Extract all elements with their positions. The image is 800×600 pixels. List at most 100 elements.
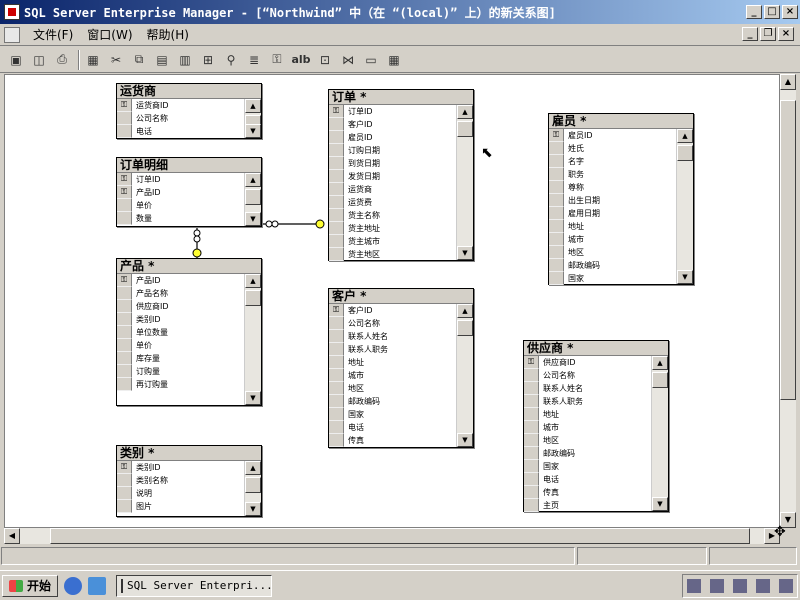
new-table-icon[interactable]: ▦ [83, 50, 103, 70]
column-row[interactable]: 公司名称 [524, 369, 651, 382]
row-selector[interactable] [117, 474, 132, 487]
column-row[interactable]: 单价 [117, 199, 244, 212]
column-row[interactable]: 国家 [329, 408, 456, 421]
row-selector[interactable] [329, 209, 344, 222]
column-row[interactable]: ⚿ 客户ID [329, 304, 456, 317]
column-row[interactable]: ⚿ 类别ID [117, 461, 244, 474]
scroll-down-button[interactable]: ▼ [245, 502, 261, 516]
row-selector[interactable] [524, 395, 539, 408]
table-shippers[interactable]: 运货商 ⚿ 运货商ID 公司名称 电话 ▲ ▼ [116, 83, 262, 139]
column-row[interactable]: 姓氏 [549, 142, 676, 155]
row-selector[interactable] [524, 486, 539, 499]
print-icon[interactable]: ⎙ [52, 50, 72, 70]
network-icon[interactable] [710, 578, 725, 593]
column-row[interactable]: ⚿ 产品ID [117, 274, 244, 287]
column-row[interactable]: ⚿ 产品ID [117, 186, 244, 199]
scroll-thumb[interactable] [245, 290, 261, 306]
column-row[interactable]: 国家 [524, 460, 651, 473]
row-selector[interactable] [329, 170, 344, 183]
column-row[interactable]: 货主名称 [329, 209, 456, 222]
row-selector[interactable] [329, 196, 344, 209]
row-selector[interactable] [329, 395, 344, 408]
row-selector[interactable] [329, 330, 344, 343]
scroll-up-button[interactable]: ▲ [780, 74, 796, 90]
row-selector[interactable] [117, 212, 132, 225]
scroll-thumb[interactable] [245, 477, 261, 493]
scroll-up-button[interactable]: ▲ [457, 304, 473, 318]
row-selector[interactable] [524, 473, 539, 486]
column-row[interactable]: 再订购量 [117, 378, 244, 391]
scroll-down-button[interactable]: ▼ [677, 270, 693, 284]
scroll-thumb[interactable] [457, 320, 473, 336]
row-selector[interactable] [329, 421, 344, 434]
column-row[interactable]: 产品名称 [117, 287, 244, 300]
close-button[interactable]: × [782, 5, 798, 19]
column-row[interactable]: 主页 [524, 499, 651, 512]
row-selector[interactable] [549, 194, 564, 207]
table-suppliers[interactable]: 供应商 * ⚿ 供应商ID 公司名称 联系人姓名 联系人职务 地址 城市 地区 邮政编码 国家 电话传… [523, 340, 669, 512]
maximize-button[interactable]: □ [764, 5, 780, 19]
row-selector[interactable] [117, 326, 132, 339]
column-row[interactable]: 运货费 [329, 196, 456, 209]
row-selector[interactable] [329, 118, 344, 131]
primary-key-icon[interactable]: ⚿ [117, 173, 132, 186]
explorer-icon[interactable] [88, 576, 107, 595]
grid-icon[interactable]: ▦ [384, 50, 404, 70]
column-row[interactable]: 数量 [117, 212, 244, 225]
column-row[interactable]: 邮政编码 [329, 395, 456, 408]
row-selector[interactable] [549, 259, 564, 272]
table-title[interactable]: 类别 * [117, 446, 261, 461]
row-selector[interactable] [524, 499, 539, 512]
primary-key-icon[interactable]: ⚿ [117, 461, 132, 474]
column-row[interactable]: 库存量 [117, 352, 244, 365]
scroll-thumb[interactable] [677, 145, 693, 161]
table-title[interactable]: 客户 * [329, 289, 473, 304]
row-selector[interactable] [117, 378, 132, 391]
table-title[interactable]: 供应商 * [524, 341, 668, 356]
tray-app-icon[interactable] [778, 578, 793, 593]
horizontal-scrollbar[interactable]: ◀ ▶ [4, 528, 780, 544]
table-scrollbar[interactable]: ▲ ▼ [244, 274, 261, 405]
menu-file[interactable]: 文件(F) [26, 26, 80, 43]
document-icon[interactable] [4, 26, 20, 43]
row-selector[interactable] [117, 352, 132, 365]
column-row[interactable]: 地址 [549, 220, 676, 233]
column-row[interactable]: 城市 [549, 233, 676, 246]
row-selector[interactable] [524, 382, 539, 395]
column-row[interactable]: 订购日期 [329, 144, 456, 157]
column-row[interactable]: 订购量 [117, 365, 244, 378]
row-selector[interactable] [524, 408, 539, 421]
add-related-icon[interactable]: ⊞ [198, 50, 218, 70]
column-row[interactable]: 货主地区 [329, 248, 456, 261]
table-title[interactable]: 运货商 [117, 84, 261, 99]
mdi-restore-button[interactable]: ❐ [760, 27, 776, 41]
taskbar-button-sql[interactable]: SQL Server Enterpri... [116, 574, 273, 597]
table-scrollbar[interactable]: ▲ ▼ [244, 99, 261, 138]
table-customers[interactable]: 客户 * ⚿ 客户ID 公司名称 联系人姓名 联系人职务 地址 城市 地区 邮政编码 国家 电话 传真 ▲… [328, 288, 474, 448]
column-row[interactable]: 城市 [524, 421, 651, 434]
column-row[interactable]: 供应商ID [117, 300, 244, 313]
scroll-down-button[interactable]: ▼ [652, 497, 668, 511]
menu-help[interactable]: 帮助(H) [140, 26, 196, 43]
column-row[interactable]: 客户ID [329, 118, 456, 131]
row-selector[interactable] [329, 408, 344, 421]
primary-key-icon[interactable]: ⚿ [524, 356, 539, 369]
scroll-thumb[interactable] [245, 189, 261, 205]
row-selector[interactable] [117, 339, 132, 352]
table-scrollbar[interactable]: ▲ ▼ [676, 129, 693, 284]
row-selector[interactable] [549, 246, 564, 259]
relationship-icon[interactable]: ⋈ [338, 50, 358, 70]
column-row[interactable]: ⚿ 订单ID [329, 105, 456, 118]
column-row[interactable]: 地址 [329, 356, 456, 369]
table-scrollbar[interactable]: ▲ ▼ [244, 173, 261, 226]
scroll-up-button[interactable]: ▲ [677, 129, 693, 143]
column-row[interactable]: 货主城市 [329, 235, 456, 248]
column-row[interactable]: ⚿ 供应商ID [524, 356, 651, 369]
table-title[interactable]: 订单明细 [117, 158, 261, 173]
row-selector[interactable] [549, 207, 564, 220]
table-scrollbar[interactable]: ▲ ▼ [651, 356, 668, 511]
row-selector[interactable] [329, 434, 344, 447]
column-row[interactable]: 传真 [329, 434, 456, 447]
column-row[interactable]: 运货商 [329, 183, 456, 196]
scroll-thumb[interactable] [652, 372, 668, 388]
